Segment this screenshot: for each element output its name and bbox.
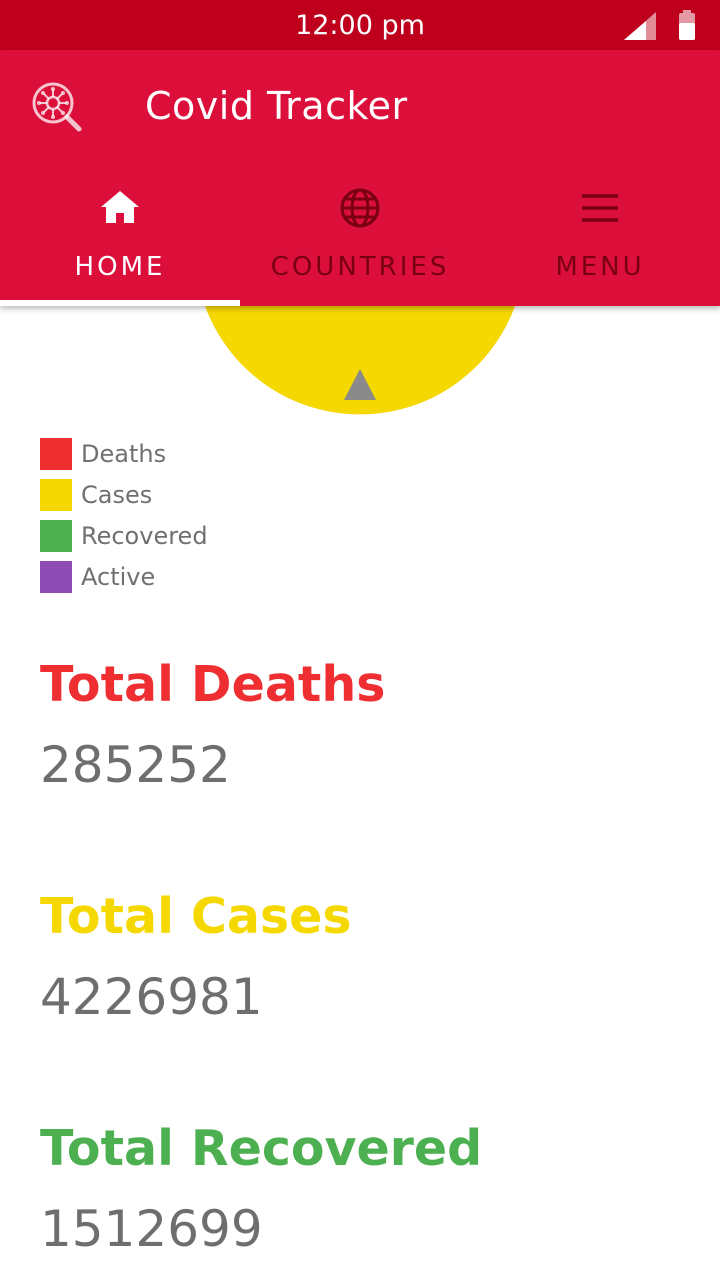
total-recovered-value: 1512699 <box>40 1200 263 1258</box>
legend-label: Active <box>81 562 156 591</box>
virus-search-icon <box>32 82 82 132</box>
menu-icon <box>582 194 618 222</box>
legend-swatch <box>40 560 72 593</box>
total-deaths-value: 285252 <box>40 736 231 794</box>
tab-home-label: HOME <box>74 252 166 282</box>
legend-item-recovered: Recovered <box>40 515 208 556</box>
legend-label: Deaths <box>81 439 167 468</box>
home-icon <box>101 191 139 223</box>
tab-menu[interactable]: MENU <box>480 170 720 306</box>
legend-item-deaths: Deaths <box>40 433 208 474</box>
legend-label: Recovered <box>81 521 208 550</box>
legend-item-cases: Cases <box>40 474 208 515</box>
total-cases-title: Total Cases <box>40 888 352 945</box>
tab-countries[interactable]: COUNTRIES <box>240 170 480 306</box>
status-bar: 12:00 pm <box>0 0 720 50</box>
tab-countries-label: COUNTRIES <box>270 252 450 282</box>
total-recovered-title: Total Recovered <box>40 1120 483 1177</box>
globe-icon <box>340 188 380 228</box>
tab-home[interactable]: HOME <box>0 170 240 306</box>
tab-menu-label: MENU <box>555 252 645 282</box>
app-bar: Covid Tracker HOME COUNTRIES MENU <box>0 50 720 306</box>
legend-item-active: Active <box>40 556 208 597</box>
app-title: Covid Tracker <box>145 84 408 128</box>
legend-label: Cases <box>81 480 153 509</box>
pie-chart <box>205 306 515 415</box>
legend-swatch <box>40 519 72 552</box>
battery-icon <box>679 10 695 40</box>
chart-legend: Deaths Cases Recovered Active <box>40 433 208 597</box>
legend-swatch <box>40 437 72 470</box>
signal-icon <box>624 12 656 40</box>
main-content[interactable]: Deaths Cases Recovered Active Total Deat… <box>0 306 720 1280</box>
tab-selected-indicator <box>0 300 240 306</box>
legend-swatch <box>40 478 72 511</box>
total-cases-value: 4226981 <box>40 968 263 1026</box>
total-deaths-title: Total Deaths <box>40 656 386 713</box>
status-time: 12:00 pm <box>295 10 425 41</box>
